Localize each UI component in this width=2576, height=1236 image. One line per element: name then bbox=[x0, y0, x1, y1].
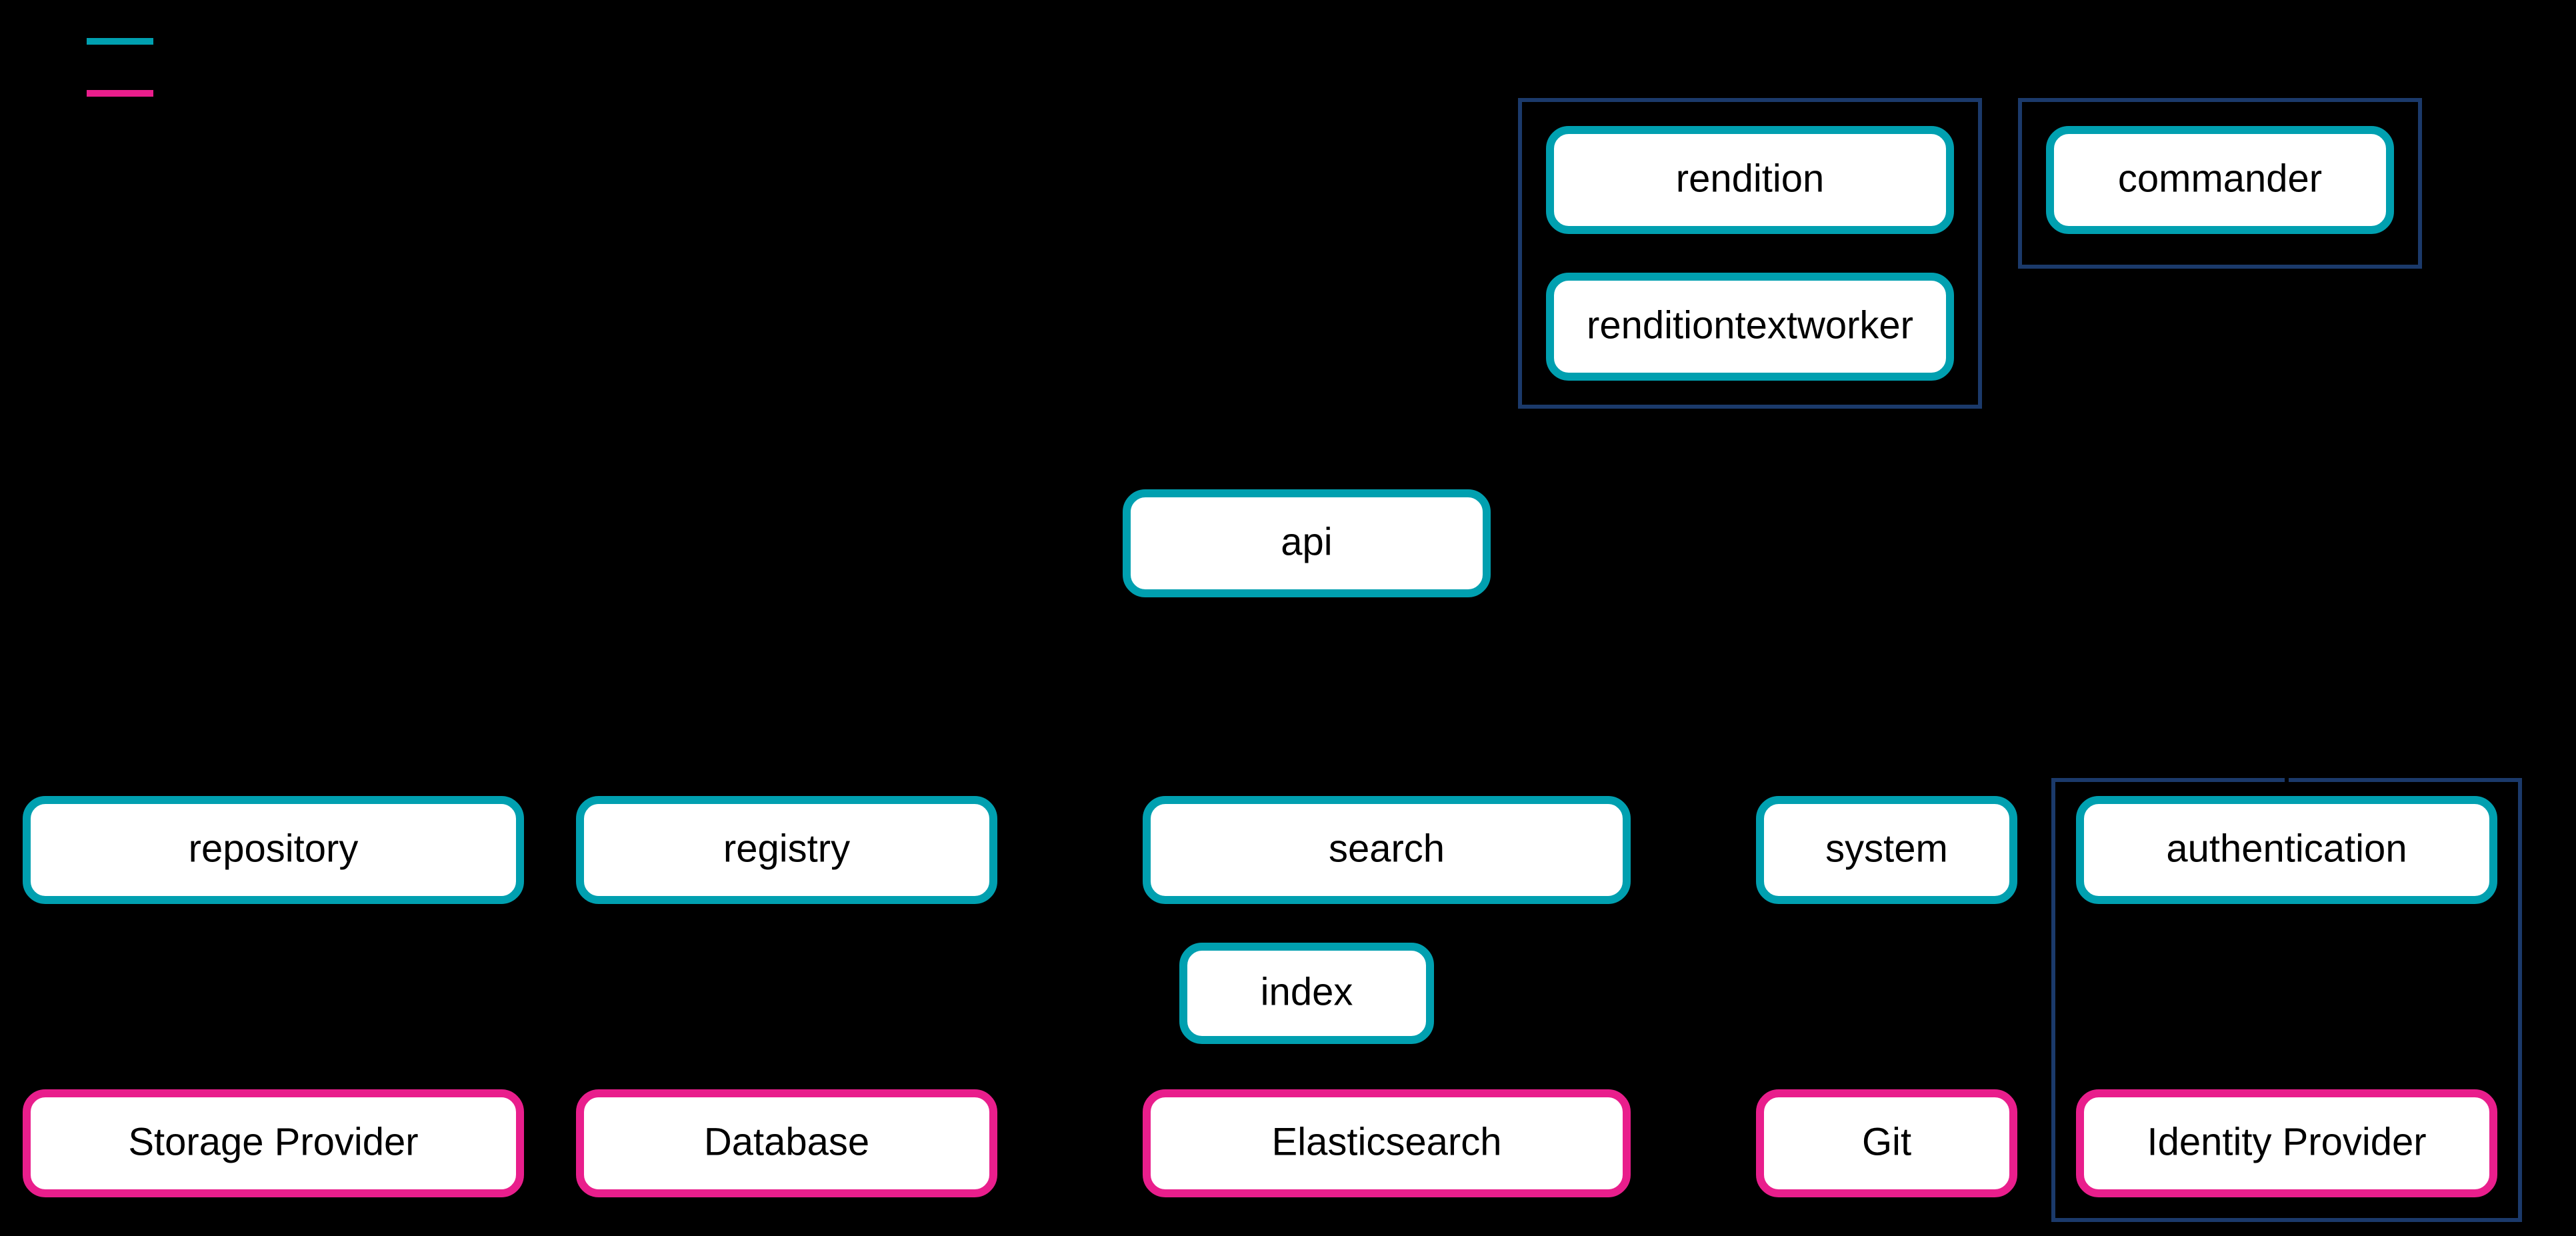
legend: internal service external service bbox=[87, 20, 416, 111]
node-label: search bbox=[1329, 827, 1445, 870]
node-label: Elasticsearch bbox=[1272, 1120, 1502, 1163]
node-elasticsearch: Elasticsearch bbox=[1147, 1093, 1627, 1193]
node-authentication: authentication bbox=[2080, 800, 2493, 900]
node-git: Git bbox=[1760, 1093, 2013, 1193]
node-rendition: rendition bbox=[1550, 130, 1950, 230]
legend-label-internal: internal service bbox=[173, 20, 407, 59]
edge-api-authentication bbox=[1307, 593, 2287, 800]
node-label: system bbox=[1825, 827, 1948, 870]
edge-api-search bbox=[1307, 593, 1387, 800]
node-identity-provider: Identity Provider bbox=[2080, 1093, 2493, 1193]
node-repository: repository bbox=[27, 800, 520, 900]
edge-api-system bbox=[1307, 593, 1887, 800]
node-label: Identity Provider bbox=[2147, 1120, 2426, 1163]
node-label: renditiontextworker bbox=[1587, 303, 1913, 347]
node-label: commander bbox=[2118, 157, 2322, 200]
node-label: Storage Provider bbox=[128, 1120, 418, 1163]
node-label: index bbox=[1261, 970, 1353, 1013]
node-renditiontextworker: renditiontextworker bbox=[1550, 277, 1950, 377]
node-registry: registry bbox=[580, 800, 993, 900]
node-system: system bbox=[1760, 800, 2013, 900]
node-label: registry bbox=[723, 827, 850, 870]
node-label: rendition bbox=[1676, 157, 1824, 200]
node-label: Git bbox=[1862, 1120, 1911, 1163]
node-label: authentication bbox=[2166, 827, 2407, 870]
legend-label-external: external service bbox=[173, 72, 416, 111]
node-commander: commander bbox=[2050, 130, 2390, 230]
node-api: api bbox=[1127, 493, 1487, 593]
node-label: api bbox=[1281, 520, 1332, 563]
edge-api-repository bbox=[273, 593, 1307, 800]
node-storage-provider: Storage Provider bbox=[27, 1093, 520, 1193]
node-search: search bbox=[1147, 800, 1627, 900]
node-index: index bbox=[1183, 947, 1430, 1040]
node-label: repository bbox=[189, 827, 359, 870]
edge-api-registry bbox=[787, 593, 1307, 800]
node-label: Database bbox=[704, 1120, 869, 1163]
node-database: Database bbox=[580, 1093, 993, 1193]
